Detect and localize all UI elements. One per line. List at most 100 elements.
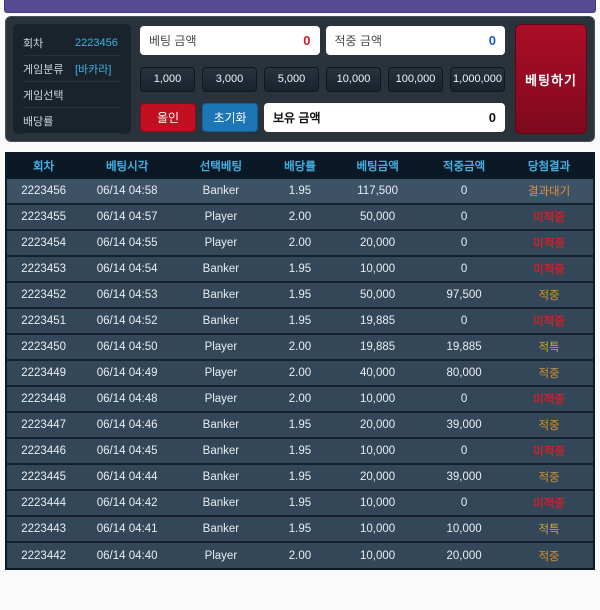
cell-time: 06/14 04:49 — [80, 360, 174, 387]
cell-pick: Banker — [174, 308, 268, 335]
cell-odds: 1.95 — [267, 178, 333, 205]
quick-amount-button[interactable]: 5,000 — [264, 66, 319, 92]
cell-result: 미적중 — [505, 256, 593, 283]
cell-win: 19,885 — [423, 334, 506, 361]
cell-pick: Banker — [174, 490, 268, 517]
cell-bet: 10,000 — [332, 516, 424, 543]
action-row: 올인 초기화 보유 금액 0 — [140, 103, 505, 132]
cell-result: 미적중 — [505, 204, 593, 231]
reset-button[interactable]: 초기화 — [202, 103, 258, 132]
cell-odds: 2.00 — [267, 230, 333, 257]
column-header: 선택베팅 — [174, 154, 268, 179]
table-row: 2223450 06/14 04:50 Player 2.00 19,885 19,885… — [7, 334, 593, 361]
place-bet-button[interactable]: 베팅하기 — [515, 24, 587, 134]
quick-amount-button[interactable]: 10,000 — [326, 66, 381, 92]
cell-win: 0 — [423, 204, 506, 231]
cell-win: 0 — [423, 230, 506, 257]
table-header-row: 회차 베팅시각 선택베팅 배당률 베팅금액 적중금액 당첨결과 — [7, 154, 593, 179]
column-header: 배당률 — [267, 154, 333, 179]
cell-win: 10,000 — [423, 516, 506, 543]
cell-time: 06/14 04:41 — [80, 516, 174, 543]
cell-time: 06/14 04:45 — [80, 438, 174, 465]
cell-bet: 10,000 — [332, 542, 424, 568]
cell-odds: 2.00 — [267, 334, 333, 361]
quick-amount-button[interactable]: 1,000,000 — [450, 66, 505, 92]
cell-round: 2223453 — [7, 256, 81, 283]
cell-odds: 1.95 — [267, 438, 333, 465]
column-header: 베팅금액 — [332, 154, 424, 179]
cell-round: 2223450 — [7, 334, 81, 361]
cell-pick: Banker — [174, 256, 268, 283]
cell-result: 적중 — [505, 360, 593, 387]
table-row: 2223448 06/14 04:48 Player 2.00 10,000 0 미적중 — [7, 386, 593, 413]
cell-bet: 10,000 — [332, 386, 424, 413]
cell-pick: Banker — [174, 438, 268, 465]
cell-bet: 19,885 — [332, 334, 424, 361]
cell-time: 06/14 04:50 — [80, 334, 174, 361]
bet-amount-label: 베팅 금액 — [149, 34, 197, 48]
info-row-game-select: 게임선택 — [23, 82, 121, 108]
balance-value: 0 — [488, 110, 496, 125]
table-row: 2223452 06/14 04:53 Banker 1.95 50,000 97,500… — [7, 282, 593, 309]
cell-bet: 117,500 — [332, 178, 424, 205]
game-select-label: 게임선택 — [23, 89, 64, 102]
cell-time: 06/14 04:42 — [80, 490, 174, 517]
cell-win: 97,500 — [423, 282, 506, 309]
cell-bet: 10,000 — [332, 256, 424, 283]
cell-round: 2223444 — [7, 490, 81, 517]
cell-bet: 50,000 — [332, 282, 424, 309]
bet-amount-value: 0 — [303, 33, 311, 48]
cell-bet: 20,000 — [332, 464, 424, 491]
cell-odds: 2.00 — [267, 360, 333, 387]
balance-display: 보유 금액 0 — [264, 103, 505, 132]
cell-result: 미적중 — [505, 490, 593, 517]
table-row: 2223456 06/14 04:58 Banker 1.95 117,500 0 결과대기 — [7, 178, 593, 205]
cell-result: 결과대기 — [505, 178, 593, 205]
balance-label: 보유 금액 — [273, 111, 321, 125]
cell-result: 미적중 — [505, 308, 593, 335]
cell-time: 06/14 04:52 — [80, 308, 174, 335]
cell-pick: Player — [174, 386, 268, 413]
cell-time: 06/14 04:46 — [80, 412, 174, 439]
cell-result: 적중 — [505, 282, 593, 309]
table-row: 2223446 06/14 04:45 Banker 1.95 10,000 0 미적중 — [7, 438, 593, 465]
all-in-button[interactable]: 올인 — [140, 103, 196, 132]
cell-pick: Player — [174, 204, 268, 231]
table-row: 2223451 06/14 04:52 Banker 1.95 19,885 0 미적중 — [7, 308, 593, 335]
cell-time: 06/14 04:57 — [80, 204, 174, 231]
win-amount-value: 0 — [488, 33, 496, 48]
table-row: 2223454 06/14 04:55 Player 2.00 20,000 0 미적중 — [7, 230, 593, 257]
game-category-value: [바카라] — [75, 63, 112, 76]
cell-pick: Banker — [174, 412, 268, 439]
cell-win: 0 — [423, 438, 506, 465]
quick-amount-button[interactable]: 100,000 — [388, 66, 443, 92]
cell-round: 2223451 — [7, 308, 81, 335]
bet-amount-input[interactable]: 베팅 금액 0 — [140, 26, 320, 55]
win-amount-input[interactable]: 적중 금액 0 — [325, 26, 505, 55]
cell-odds: 1.95 — [267, 490, 333, 517]
cell-pick: Player — [174, 360, 268, 387]
table-row: 2223442 06/14 04:40 Player 2.00 10,000 20,000… — [7, 542, 593, 568]
cell-result: 미적중 — [505, 386, 593, 413]
column-header: 적중금액 — [423, 154, 506, 179]
odds-label: 배당률 — [23, 115, 54, 128]
bet-controls: 베팅 금액 0 적중 금액 0 1,000 3,000 5,000 10,000 100… — [140, 24, 505, 134]
win-amount-label: 적중 금액 — [334, 34, 383, 48]
cell-odds: 1.95 — [267, 412, 333, 439]
cell-odds: 1.95 — [267, 516, 333, 543]
cell-pick: Banker — [174, 282, 268, 309]
table-row: 2223445 06/14 04:44 Banker 1.95 20,000 39,000… — [7, 464, 593, 491]
cell-result: 적중 — [505, 412, 593, 439]
cell-result: 적특 — [505, 334, 593, 361]
round-value: 2223456 — [75, 36, 118, 49]
cell-odds: 1.95 — [267, 308, 333, 335]
cell-win: 0 — [423, 256, 506, 283]
bet-history-table: 회차 베팅시각 선택베팅 배당률 베팅금액 적중금액 당첨결과 2223456 06/14 0… — [5, 152, 595, 570]
column-header: 베팅시각 — [80, 154, 174, 179]
cell-win: 80,000 — [423, 360, 506, 387]
cell-result: 미적중 — [505, 438, 593, 465]
table-row: 2223447 06/14 04:46 Banker 1.95 20,000 39,000… — [7, 412, 593, 439]
quick-amount-button[interactable]: 3,000 — [202, 66, 257, 92]
cell-bet: 50,000 — [332, 204, 424, 231]
quick-amount-button[interactable]: 1,000 — [140, 66, 195, 92]
